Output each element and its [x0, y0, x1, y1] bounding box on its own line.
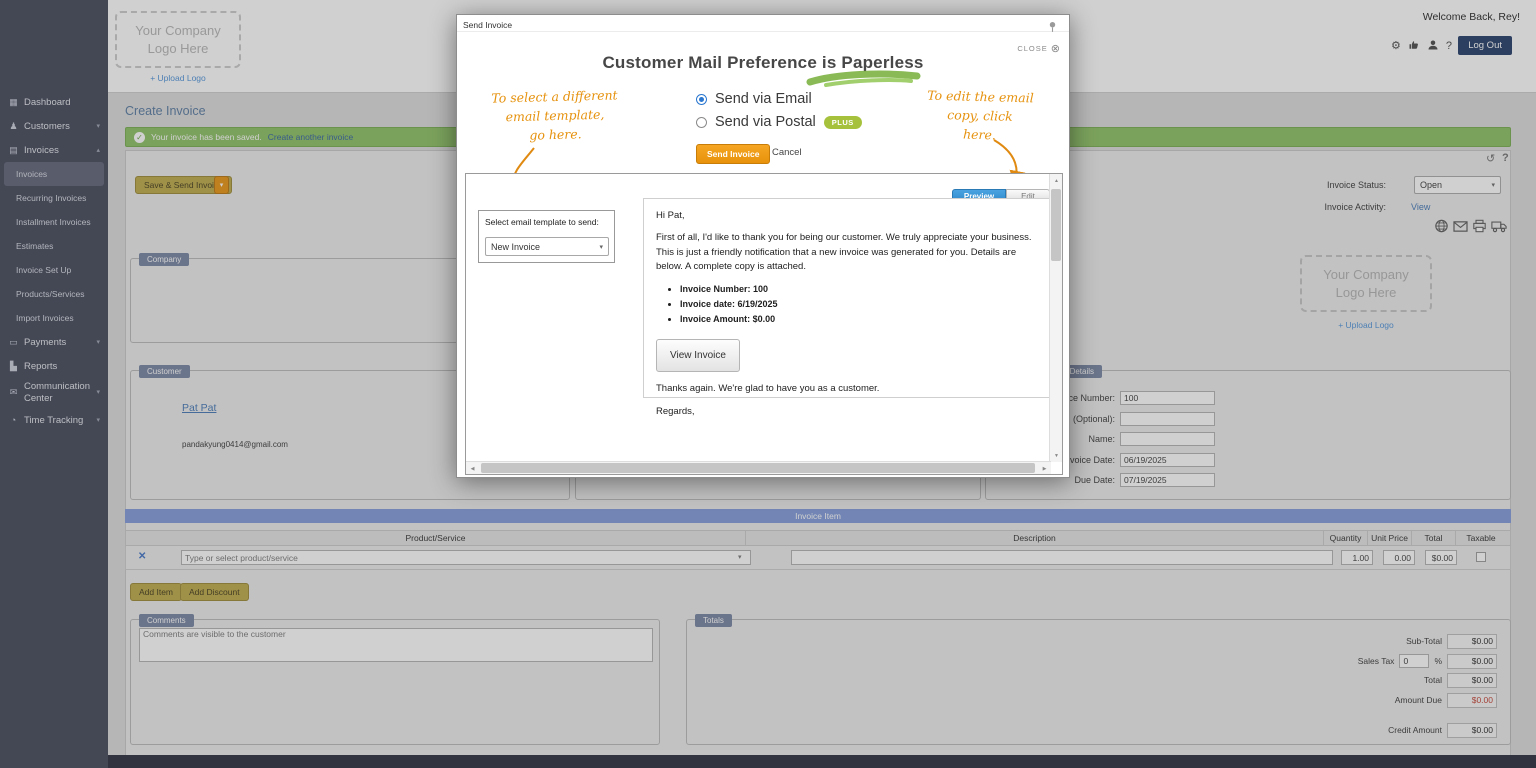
scroll-right-icon[interactable]: ▶: [1038, 462, 1051, 475]
annotation-left: To select a different email template, go…: [484, 85, 625, 146]
email-template-select[interactable]: New Invoice ▾: [485, 237, 609, 256]
email-greeting: Hi Pat,: [656, 209, 1040, 223]
email-body: First of all, I'd like to thank you for …: [656, 231, 1040, 274]
email-invoice-number: Invoice Number: 100: [680, 282, 1040, 297]
chevron-down-icon: ▾: [599, 243, 603, 251]
postal-radio-label: Send via Postal: [715, 114, 816, 130]
postal-radio-button[interactable]: [696, 117, 707, 128]
modal-titlebar: [457, 15, 1069, 32]
view-invoice-button[interactable]: View Invoice: [656, 339, 740, 372]
email-detail-list: Invoice Number: 100 Invoice date: 6/19/2…: [680, 282, 1040, 327]
scroll-up-icon[interactable]: ▲: [1050, 174, 1063, 187]
pin-icon[interactable]: [1048, 19, 1057, 37]
email-closing: Thanks again. We're glad to have you as …: [656, 382, 1040, 396]
horizontal-scroll-thumb[interactable]: [481, 463, 1035, 473]
email-preview-box: Hi Pat, First of all, I'd like to thank …: [643, 198, 1053, 398]
email-radio-label: Send via Email: [715, 91, 812, 107]
plus-badge: PLUS: [824, 116, 862, 129]
email-editor-panel: Preview Edit Select email template to se…: [465, 173, 1063, 475]
send-via-email-option[interactable]: Send via Email: [696, 91, 812, 107]
scroll-down-icon[interactable]: ▼: [1050, 449, 1063, 462]
email-radio-button[interactable]: [696, 94, 707, 105]
email-invoice-amount: Invoice Amount: $0.00: [680, 312, 1040, 327]
scroll-left-icon[interactable]: ◀: [466, 462, 479, 475]
cancel-link[interactable]: Cancel: [772, 147, 802, 158]
horizontal-scrollbar[interactable]: ◀ ▶: [466, 461, 1051, 474]
green-highlight-stroke: [806, 69, 921, 94]
annotation-right: To edit the email copy, click here.: [924, 86, 1035, 146]
vertical-scrollbar[interactable]: ▲ ▼: [1049, 174, 1062, 462]
send-via-postal-option[interactable]: Send via Postal PLUS: [696, 114, 862, 130]
modal-title: Send Invoice: [463, 20, 512, 30]
modal-heading: Customer Mail Preference is Paperless: [457, 53, 1069, 73]
template-selector-box: Select email template to send: New Invoi…: [478, 210, 615, 263]
email-invoice-date: Invoice date: 6/19/2025: [680, 297, 1040, 312]
send-invoice-modal: Send Invoice CLOSE ⊗ Customer Mail Prefe…: [456, 14, 1070, 478]
template-select-label: Select email template to send:: [485, 217, 599, 227]
vertical-scroll-thumb[interactable]: [1051, 189, 1061, 261]
email-signoff: Regards,: [656, 405, 1040, 419]
app-root: ▦ Dashboard ♟ Customers ▾ ▤ Invoices ▴ I…: [0, 0, 1536, 768]
send-invoice-button[interactable]: Send Invoice: [696, 144, 770, 164]
